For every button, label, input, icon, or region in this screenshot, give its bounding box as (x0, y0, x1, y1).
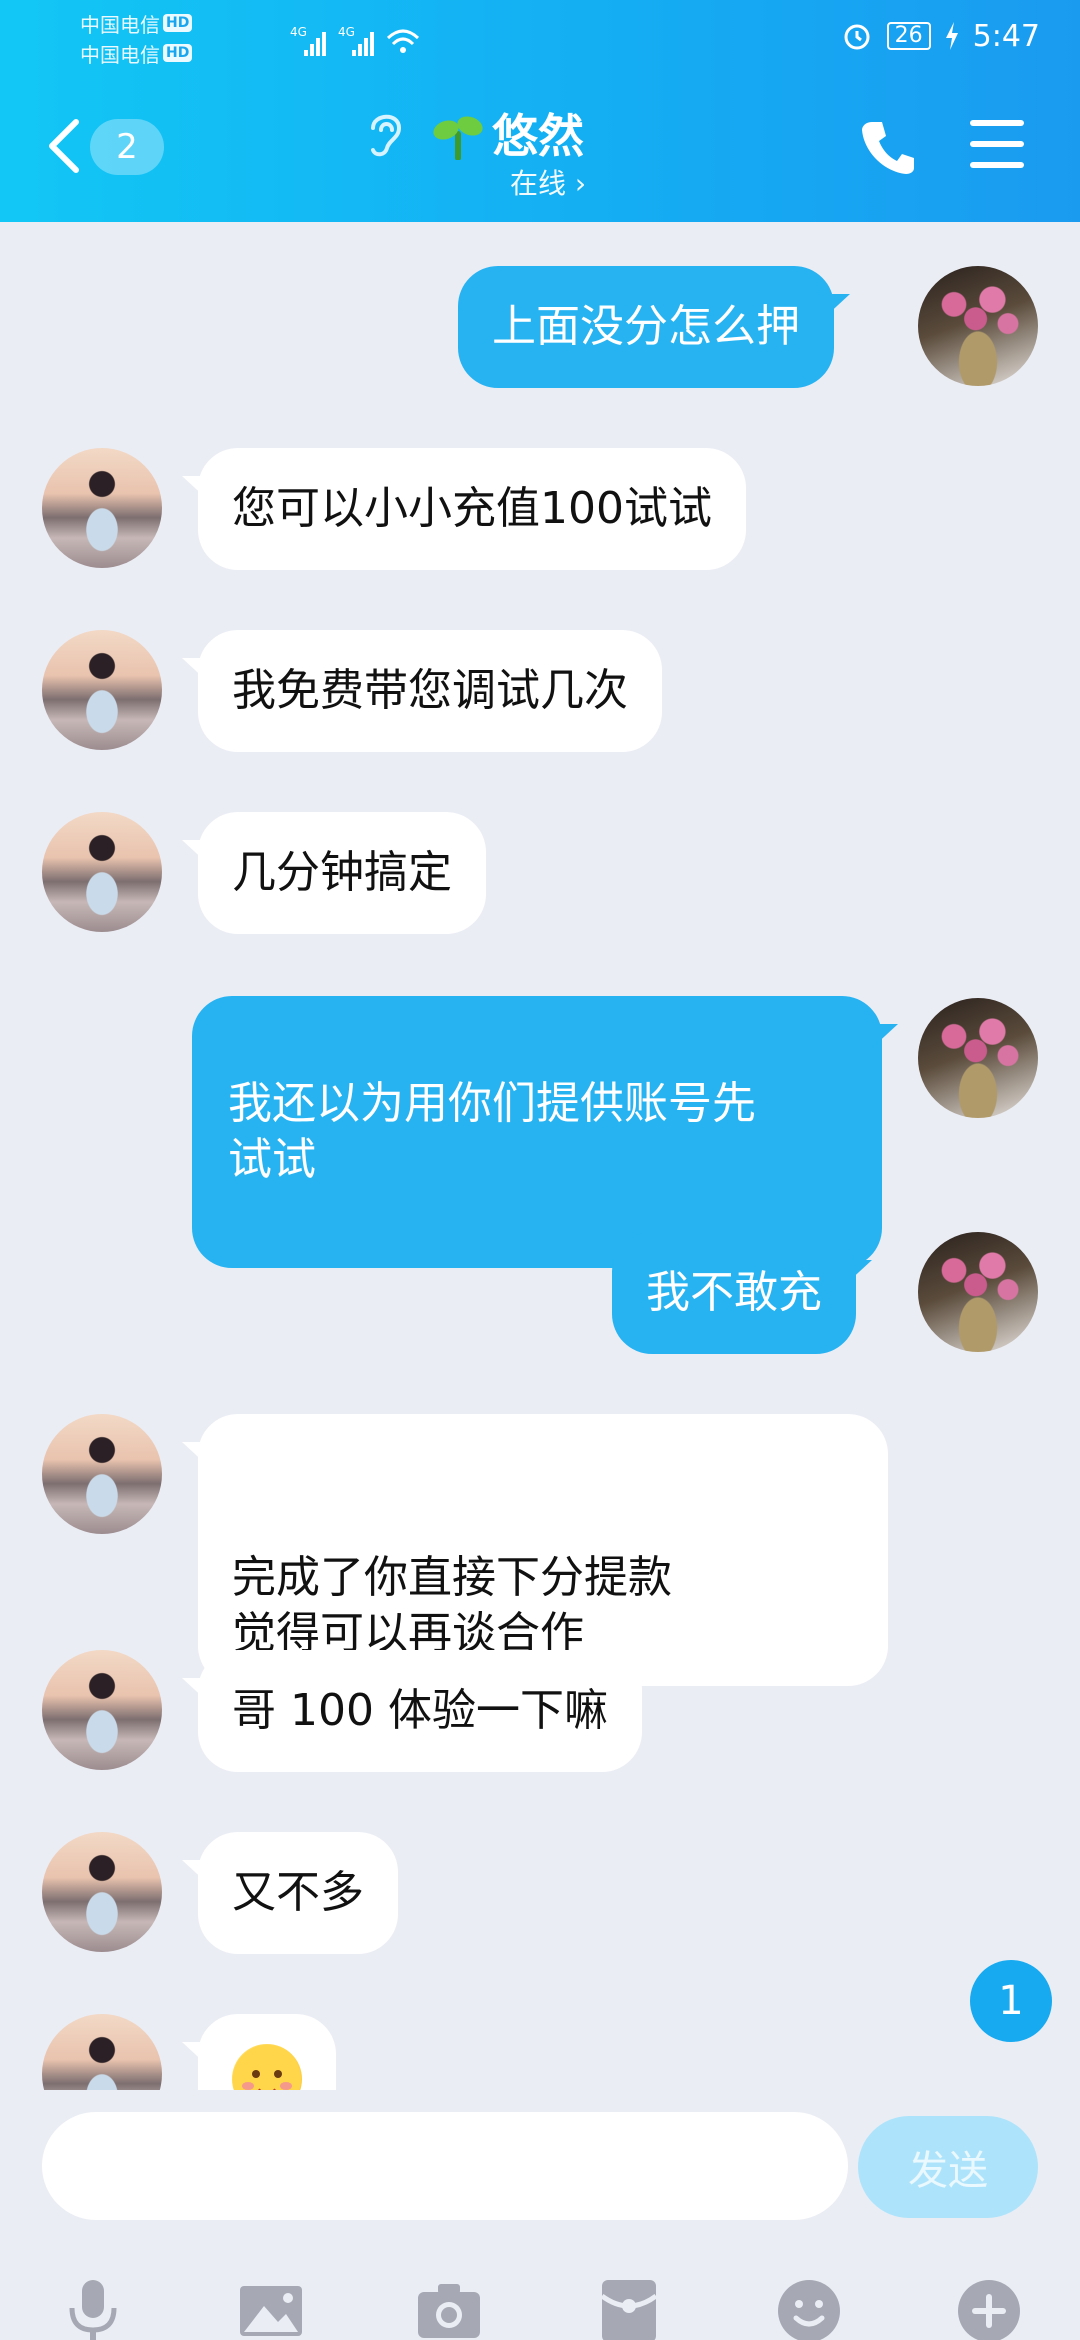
bubble-tail (872, 1024, 898, 1048)
battery-indicator: 26 (886, 22, 931, 50)
contact-avatar[interactable] (42, 812, 162, 932)
contact-avatar[interactable] (42, 1414, 162, 1534)
image-icon[interactable] (236, 2276, 306, 2340)
menu-icon[interactable] (970, 118, 1024, 170)
bubble-tail (182, 658, 208, 682)
message-input[interactable] (42, 2112, 848, 2220)
bubble-tail (824, 294, 850, 318)
camera-icon[interactable] (414, 2276, 484, 2340)
svg-text:4G: 4G (338, 25, 355, 39)
ear-icon[interactable] (365, 108, 405, 160)
chat-header: 中国电信 HD 中国电信 HD 4G 4G 26 5:47 2 悠然 在线 › (0, 0, 1080, 222)
unread-count-badge[interactable]: 2 (90, 119, 164, 175)
outgoing-message-bubble[interactable]: 我还以为用你们提供账号先 试试 (192, 996, 898, 1268)
red-packet-icon[interactable] (594, 2276, 664, 2340)
my-avatar[interactable] (918, 1232, 1038, 1352)
contact-avatar[interactable] (42, 1650, 162, 1770)
message-text: 我不敢充 (646, 1267, 822, 1318)
contact-avatar[interactable] (42, 2014, 162, 2090)
carrier-label: 中国电信 (80, 42, 160, 67)
contact-avatar[interactable] (42, 448, 162, 568)
bubble-tail (182, 476, 208, 500)
incoming-message-bubble[interactable]: 又不多 (182, 1832, 398, 1954)
bubble-tail (182, 1860, 208, 1884)
my-avatar[interactable] (918, 998, 1038, 1118)
message-text: 完成了你直接下分提款 觉得可以再谈合作 (232, 1552, 672, 1659)
status-bar-right: 26 5:47 (841, 16, 1040, 56)
message-text: 哥 100 体验一下嘛 (232, 1685, 608, 1736)
input-bar: 发送 (0, 2090, 1080, 2340)
my-avatar[interactable] (918, 266, 1038, 386)
contact-status[interactable]: 在线 › (510, 162, 586, 202)
message-text: 上面没分怎么押 (492, 301, 800, 352)
incoming-message-bubble[interactable] (182, 2014, 336, 2090)
status-bar-left: 中国电信 HD 中国电信 HD 4G 4G (80, 8, 440, 68)
contact-name[interactable]: 悠然 (492, 100, 584, 166)
incoming-message-bubble[interactable]: 哥 100 体验一下嘛 (182, 1650, 642, 1772)
message-text: 您可以小小充值100试试 (232, 483, 712, 534)
incoming-message-bubble[interactable]: 我免费带您调试几次 (182, 630, 662, 752)
bubble-tail (182, 840, 208, 864)
message-text: 几分钟搞定 (232, 847, 452, 898)
message-text: 又不多 (232, 1867, 364, 1918)
new-message-badge[interactable]: 1 (970, 1960, 1052, 2042)
carrier-label: 中国电信 (80, 12, 160, 37)
mic-icon[interactable] (58, 2276, 128, 2340)
svg-text:4G: 4G (290, 25, 307, 39)
outgoing-message-bubble[interactable]: 上面没分怎么押 (458, 266, 850, 388)
bubble-tail (846, 1260, 872, 1284)
incoming-message-bubble[interactable]: 您可以小小充值100试试 (182, 448, 746, 570)
outgoing-message-bubble[interactable]: 我不敢充 (612, 1232, 872, 1354)
signal-icon: 4G 4G (290, 25, 420, 56)
bubble-tail (182, 1442, 208, 1466)
message-list[interactable]: 上面没分怎么押 您可以小小充值100试试 我免费带您调试几次 几分钟搞定 我还以… (0, 222, 1080, 2090)
contact-avatar[interactable] (42, 1832, 162, 1952)
hd-badge: HD (163, 14, 193, 32)
send-button[interactable]: 发送 (858, 2116, 1038, 2218)
clock: 5:47 (972, 18, 1040, 54)
plus-icon[interactable] (954, 2276, 1024, 2340)
bubble-tail (182, 2042, 208, 2066)
emoji-icon[interactable] (774, 2276, 844, 2340)
hd-badge: HD (163, 44, 193, 62)
charging-icon (945, 22, 958, 50)
bubble-tail (182, 1678, 208, 1702)
phone-call-button[interactable] (862, 118, 914, 174)
back-button[interactable] (46, 118, 82, 174)
sprout-icon (433, 116, 483, 160)
message-text: 我免费带您调试几次 (232, 665, 628, 716)
contact-avatar[interactable] (42, 630, 162, 750)
message-text: 我还以为用你们提供账号先 试试 (228, 1078, 756, 1185)
incoming-message-bubble[interactable]: 几分钟搞定 (182, 812, 486, 934)
incoming-message-bubble[interactable]: 完成了你直接下分提款 觉得可以再谈合作 (182, 1414, 888, 1686)
alarm-icon (844, 24, 870, 50)
smiling-face-emoji (232, 2044, 302, 2090)
